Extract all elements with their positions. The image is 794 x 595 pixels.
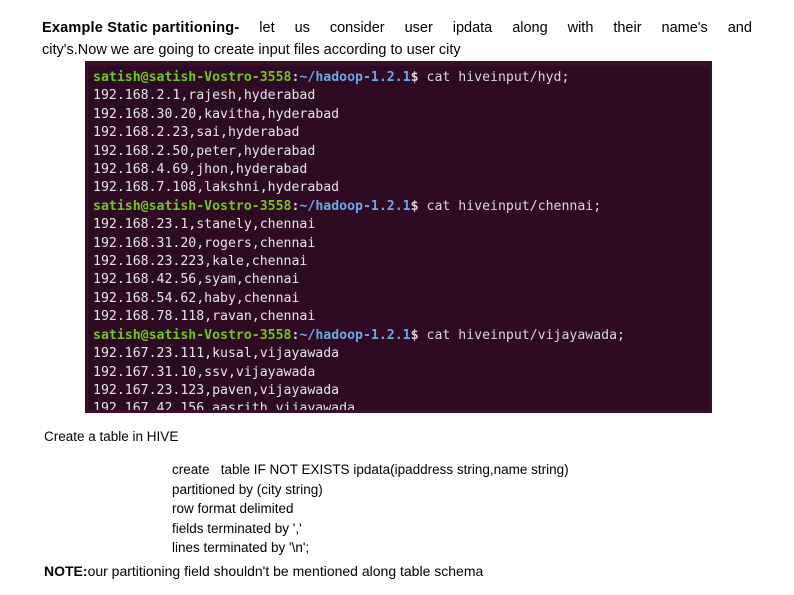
terminal-output-line: 192.168.4.69,jhon,hyderabad <box>93 162 308 178</box>
prompt-user-host: satish@satish-Vostro-3558 <box>93 327 292 343</box>
create-table-heading: Create a table in HIVE <box>44 429 179 444</box>
prompt-sigil: $ <box>410 198 419 214</box>
prompt-user-host: satish@satish-Vostro-3558 <box>93 70 292 85</box>
note-label: NOTE: <box>44 563 88 579</box>
note-line: NOTE:our partitioning field shouldn't be… <box>44 563 483 579</box>
intro-word: their <box>613 20 642 36</box>
intro-word: us <box>294 20 310 36</box>
intro-word: let <box>259 20 275 36</box>
terminal-command: cat hiveinput/vijayawada; <box>418 327 626 343</box>
terminal-output-line: 192.168.2.50,peter,hyderabad <box>93 143 316 159</box>
prompt-path: ~/hadoop-1.2.1 <box>299 198 411 214</box>
prompt-path: ~/hadoop-1.2.1 <box>299 70 411 85</box>
hql-line: row format delimited <box>172 501 294 516</box>
prompt-sigil: $ <box>410 327 419 343</box>
hql-statement-block: create table IF NOT EXISTS ipdata(ipaddr… <box>172 460 569 558</box>
terminal-output-line: 192.168.7.108,lakshni,hyderabad <box>93 180 340 196</box>
intro-line-2: city's.Now we are going to create input … <box>42 42 461 58</box>
terminal-window[interactable]: satish@satish-Vostro-3558:~/hadoop-1.2.1… <box>85 61 712 413</box>
hql-line: partitioned by (city string) <box>172 481 323 497</box>
terminal-output-line: 192.168.78.118,ravan,chennai <box>93 309 316 325</box>
terminal-output-line: 192.168.54.62,haby,chennai <box>93 290 300 306</box>
terminal-output-line: 192.168.30.20,kavitha,hyderabad <box>93 106 340 122</box>
terminal-command: cat hiveinput/chennai; <box>418 198 602 214</box>
terminal-output-line: 192.168.2.23,sai,hyderabad <box>93 125 300 141</box>
prompt-sigil: $ <box>410 70 419 85</box>
terminal-prompt-line: satish@satish-Vostro-3558:~/hadoop-1.2.1… <box>93 327 709 345</box>
terminal-output-line: 192.168.23.1,stanely,chennai <box>93 217 316 233</box>
terminal-output-line: 192.167.42.156,aasrith,vijayawada <box>93 401 356 413</box>
prompt-path: ~/hadoop-1.2.1 <box>299 327 411 343</box>
intro-word: and <box>727 20 752 36</box>
terminal-output-line: 192.168.23.223,kale,chennai <box>93 254 308 270</box>
terminal-prompt-line: satish@satish-Vostro-3558:~/hadoop-1.2.1… <box>93 69 709 87</box>
intro-lead-bold: Example Static partitioning- <box>42 20 240 36</box>
terminal-output-line: 192.168.31.20,rogers,chennai <box>93 235 316 251</box>
intro-word: with <box>567 20 594 36</box>
terminal-output-line: 192.167.23.123,paven,vijayawada <box>93 382 340 398</box>
intro-paragraph: Example Static partitioning- let us cons… <box>42 18 752 61</box>
intro-word: ipdata <box>452 20 493 36</box>
slide-root: Example Static partitioning- let us cons… <box>0 0 794 595</box>
terminal-output-line: 192.167.23.111,kusal,vijayawada <box>93 346 340 362</box>
intro-line-1: Example Static partitioning- let us cons… <box>42 18 752 39</box>
terminal-output-line: 192.168.2.1,rajesh,hyderabad <box>93 88 316 104</box>
terminal-prompt-line: satish@satish-Vostro-3558:~/hadoop-1.2.1… <box>93 198 709 216</box>
intro-word: consider <box>329 20 385 36</box>
hql-line: lines terminated by '\n'; <box>172 540 310 555</box>
note-text: our partitioning field shouldn't be ment… <box>87 563 484 579</box>
intro-word: user <box>404 20 433 36</box>
intro-word: along <box>512 20 548 36</box>
hql-line: create table IF NOT EXISTS ipdata(ipaddr… <box>172 462 569 477</box>
terminal-command: cat hiveinput/hyd; <box>418 70 570 85</box>
prompt-user-host: satish@satish-Vostro-3558 <box>93 198 292 214</box>
terminal-output-line: 192.167.31.10,ssv,vijayawada <box>93 364 316 380</box>
hql-line: fields terminated by ',' <box>172 520 302 536</box>
intro-word: name's <box>661 20 708 36</box>
terminal-output-line: 192.168.42.56,syam,chennai <box>93 272 300 288</box>
